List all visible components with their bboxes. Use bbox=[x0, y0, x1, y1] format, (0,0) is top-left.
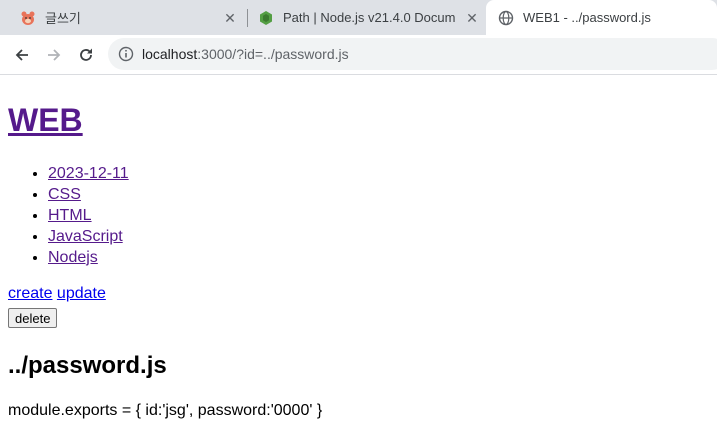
bear-favicon-icon bbox=[20, 10, 36, 26]
list-item: JavaScript bbox=[48, 226, 129, 247]
list-item: 2023-12-11 bbox=[48, 163, 129, 184]
topic-link[interactable]: Nodejs bbox=[48, 249, 98, 266]
url-host: localhost bbox=[142, 46, 198, 62]
browser-toolbar: localhost:3000/?id=../password.js bbox=[0, 35, 717, 75]
arrow-right-icon bbox=[48, 49, 61, 61]
topic-link[interactable]: 2023-12-11 bbox=[48, 165, 129, 182]
tab-title: 글쓰기 bbox=[45, 11, 81, 26]
address-bar[interactable]: localhost:3000/?id=../password.js bbox=[108, 38, 717, 70]
info-icon[interactable] bbox=[118, 46, 134, 62]
update-link[interactable]: update bbox=[57, 285, 106, 302]
tab-title: WEB1 - ../password.js bbox=[523, 10, 651, 25]
topic-link[interactable]: CSS bbox=[48, 186, 81, 203]
site-title: WEB bbox=[8, 102, 83, 139]
home-link[interactable]: WEB bbox=[8, 102, 83, 138]
create-link[interactable]: create bbox=[8, 285, 52, 302]
nodejs-favicon-icon bbox=[258, 10, 274, 26]
list-item: Nodejs bbox=[48, 247, 129, 268]
close-icon[interactable]: ✕ bbox=[464, 10, 480, 26]
topic-link[interactable]: HTML bbox=[48, 207, 92, 224]
url-path: :3000/?id=../password.js bbox=[197, 46, 349, 62]
list-item: HTML bbox=[48, 205, 129, 226]
tab-title: Path | Node.js v21.4.0 Docum bbox=[283, 10, 456, 25]
document-title: ../password.js bbox=[8, 352, 167, 379]
reload-button[interactable] bbox=[72, 41, 100, 69]
reload-icon bbox=[80, 48, 92, 61]
back-button[interactable] bbox=[8, 41, 36, 69]
tab-write[interactable]: 글쓰기 ✕ bbox=[12, 0, 246, 35]
arrow-left-icon bbox=[15, 49, 28, 61]
delete-button[interactable]: delete bbox=[8, 308, 58, 328]
close-icon[interactable]: ✕ bbox=[222, 10, 238, 26]
topic-list: 2023-12-11 CSS HTML JavaScript Nodejs bbox=[8, 163, 129, 268]
globe-icon bbox=[498, 10, 514, 26]
tab-nodejs-docs[interactable]: Path | Node.js v21.4.0 Docum ✕ bbox=[248, 0, 488, 35]
forward-button[interactable] bbox=[40, 41, 68, 69]
document-body: module.exports = { id:'jsg', password:'0… bbox=[8, 402, 323, 419]
control-links: create update bbox=[8, 285, 106, 303]
tab-strip: 글쓰기 ✕ Path | Node.js v21.4.0 Docum ✕ WEB… bbox=[0, 0, 717, 35]
list-item: CSS bbox=[48, 184, 129, 205]
topic-link[interactable]: JavaScript bbox=[48, 228, 123, 245]
tab-web1-active[interactable]: WEB1 - ../password.js bbox=[486, 0, 717, 35]
